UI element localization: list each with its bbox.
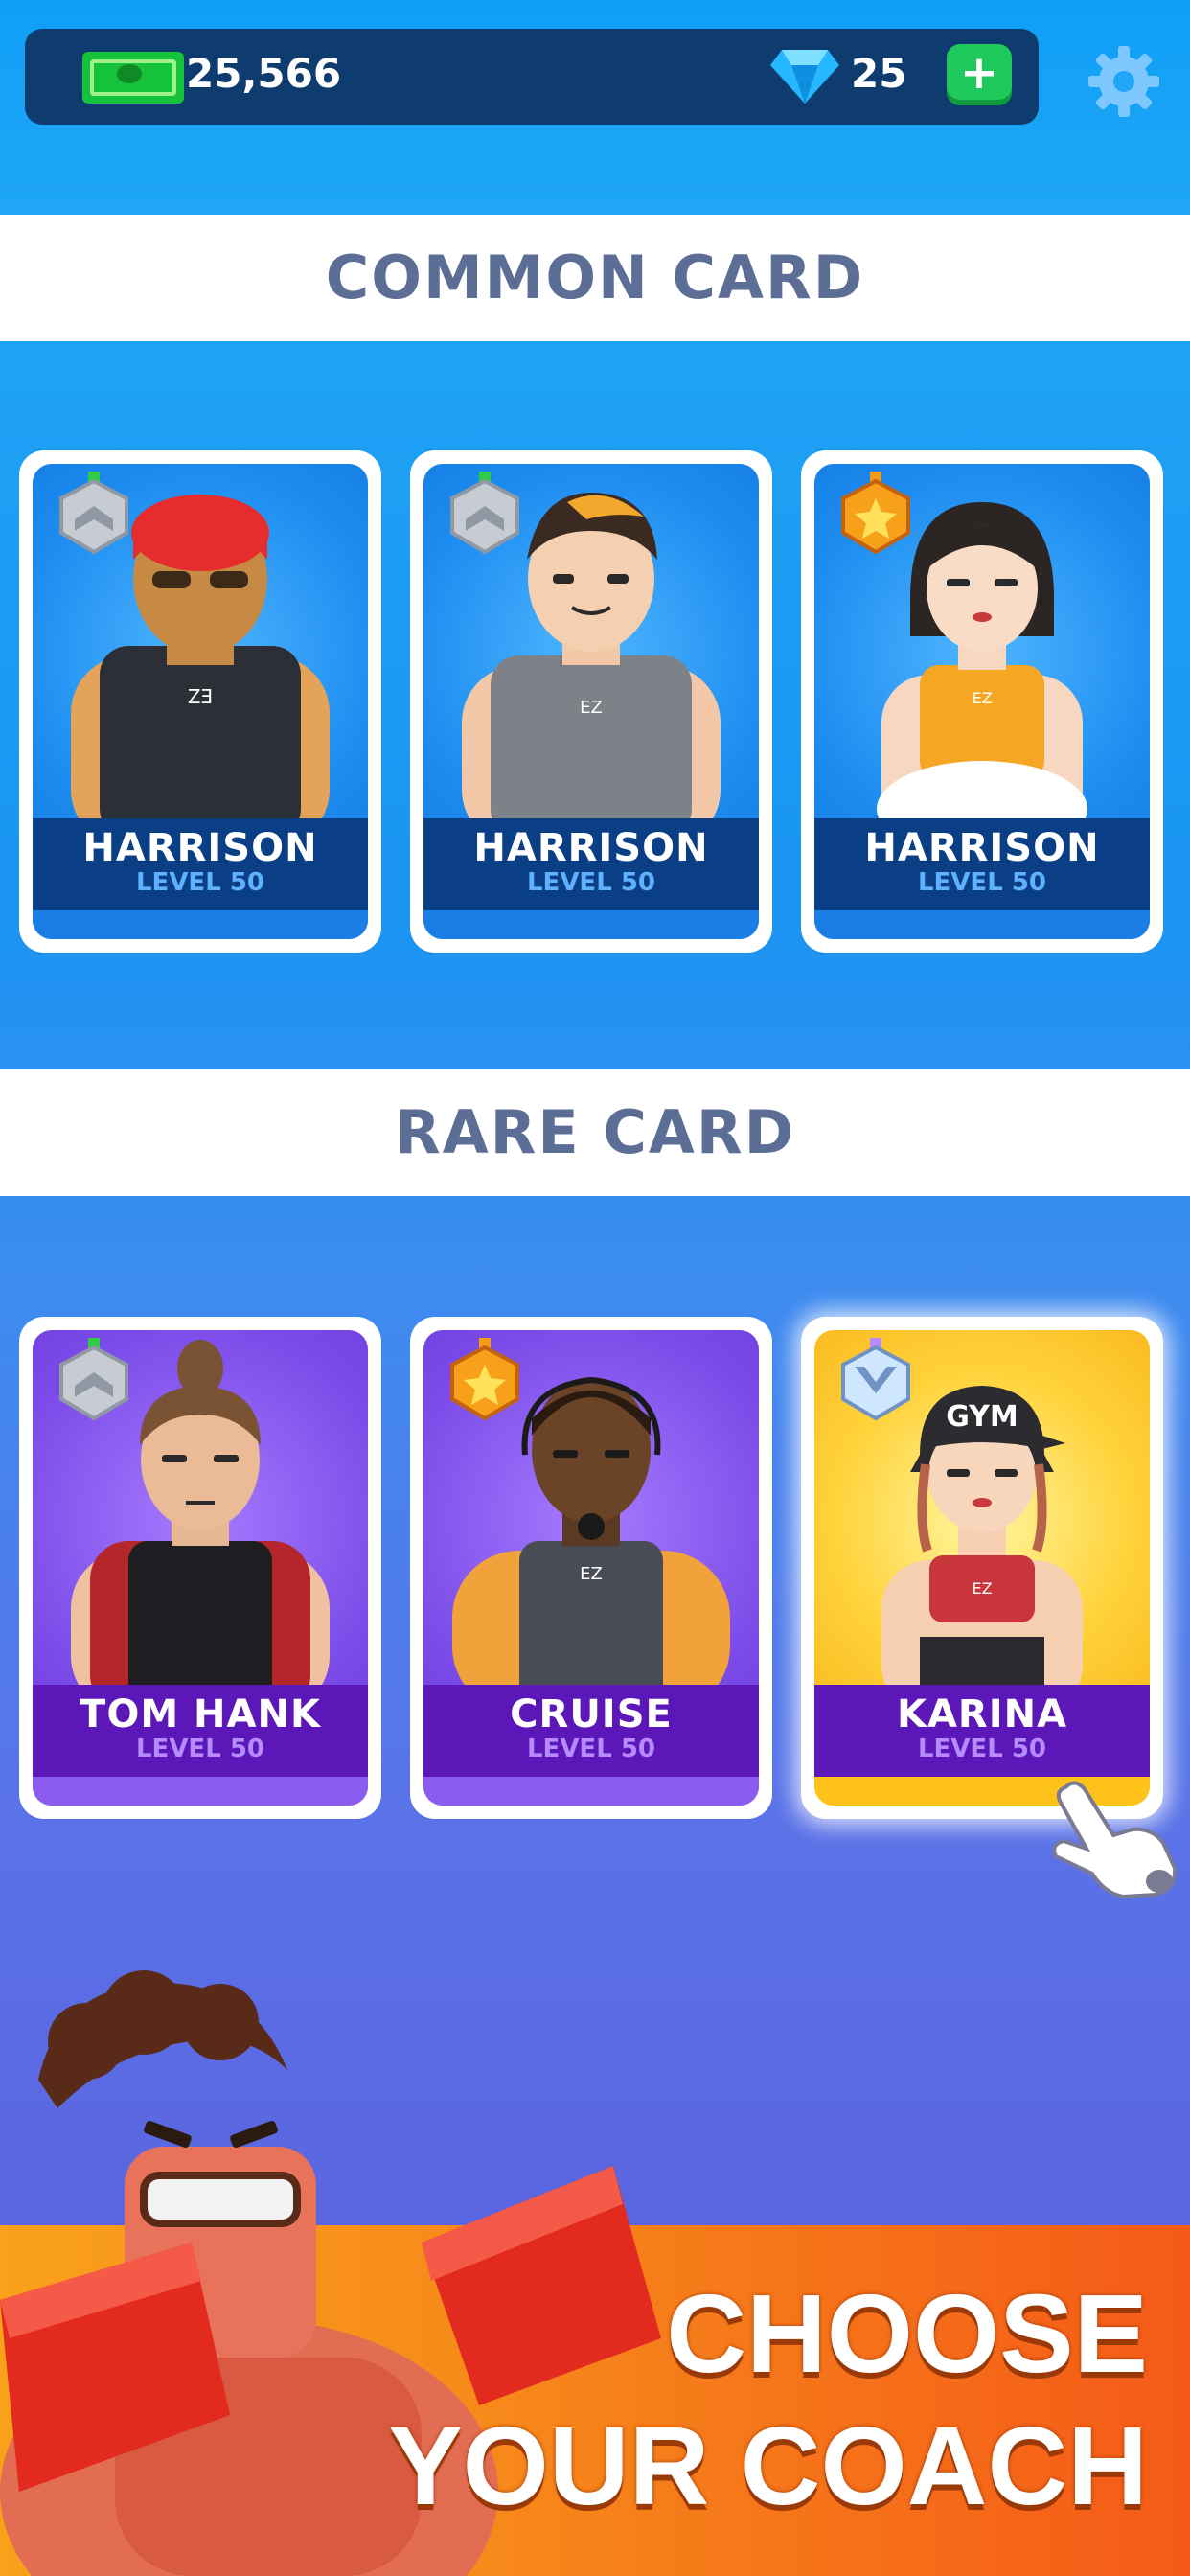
gem-value: 25 <box>851 50 907 97</box>
banner-title-line1: CHOOSE <box>666 2271 1148 2396</box>
card-level: LEVEL 50 <box>135 868 264 897</box>
card-level: LEVEL 50 <box>526 868 655 897</box>
cash-value: 25,566 <box>186 50 342 97</box>
silver-rank-badge-icon <box>59 1338 128 1421</box>
gold-rank-badge-icon <box>841 472 910 555</box>
common-card-1[interactable]: ZƎ HARRISON LEVEL 50 <box>19 450 381 953</box>
banner-title-line2: YOUR COACH <box>388 2404 1148 2528</box>
rare-card-1[interactable]: TOM HANK LEVEL 50 <box>19 1317 381 1819</box>
card-level: LEVEL 50 <box>135 1735 264 1763</box>
gold-rank-badge-icon <box>450 1338 519 1421</box>
svg-text:EZ: EZ <box>972 689 992 707</box>
card-level: LEVEL 50 <box>526 1735 655 1763</box>
card-name: KARINA <box>896 1692 1068 1736</box>
rare-card-3-selected[interactable]: GYM EZ KARINA LEVEL 50 <box>801 1317 1163 1819</box>
card-name: TOM HANK <box>80 1692 321 1736</box>
card-name: CRUISE <box>510 1692 673 1736</box>
gear-icon[interactable] <box>1085 42 1163 121</box>
svg-text:ZƎ: ZƎ <box>188 685 213 708</box>
common-card-header: COMMON CARD <box>0 215 1190 341</box>
platinum-rank-badge-icon <box>841 1338 910 1421</box>
card-name: HARRISON <box>473 826 709 870</box>
pointing-hand-icon <box>1052 1781 1178 1899</box>
svg-text:GYM: GYM <box>946 1400 1018 1434</box>
svg-text:EZ: EZ <box>580 698 603 718</box>
card-level: LEVEL 50 <box>917 868 1046 897</box>
rare-card-2[interactable]: EZ CRUISE LEVEL 50 <box>410 1317 772 1819</box>
common-card-3[interactable]: EZ HARRISON LEVEL 50 <box>801 450 1163 953</box>
card-name: HARRISON <box>82 826 318 870</box>
common-card-2[interactable]: EZ HARRISON LEVEL 50 <box>410 450 772 953</box>
svg-text:EZ: EZ <box>972 1579 992 1598</box>
rare-card-header: RARE CARD <box>0 1070 1190 1196</box>
svg-text:EZ: EZ <box>580 1564 603 1584</box>
silver-rank-badge-icon <box>450 472 519 555</box>
silver-rank-badge-icon <box>59 472 128 555</box>
card-name: HARRISON <box>864 826 1100 870</box>
currency-bar: 25,566 25 + <box>25 29 1039 125</box>
add-gems-button[interactable]: + <box>947 44 1012 105</box>
cash-icon <box>82 52 184 104</box>
card-level: LEVEL 50 <box>917 1735 1046 1763</box>
